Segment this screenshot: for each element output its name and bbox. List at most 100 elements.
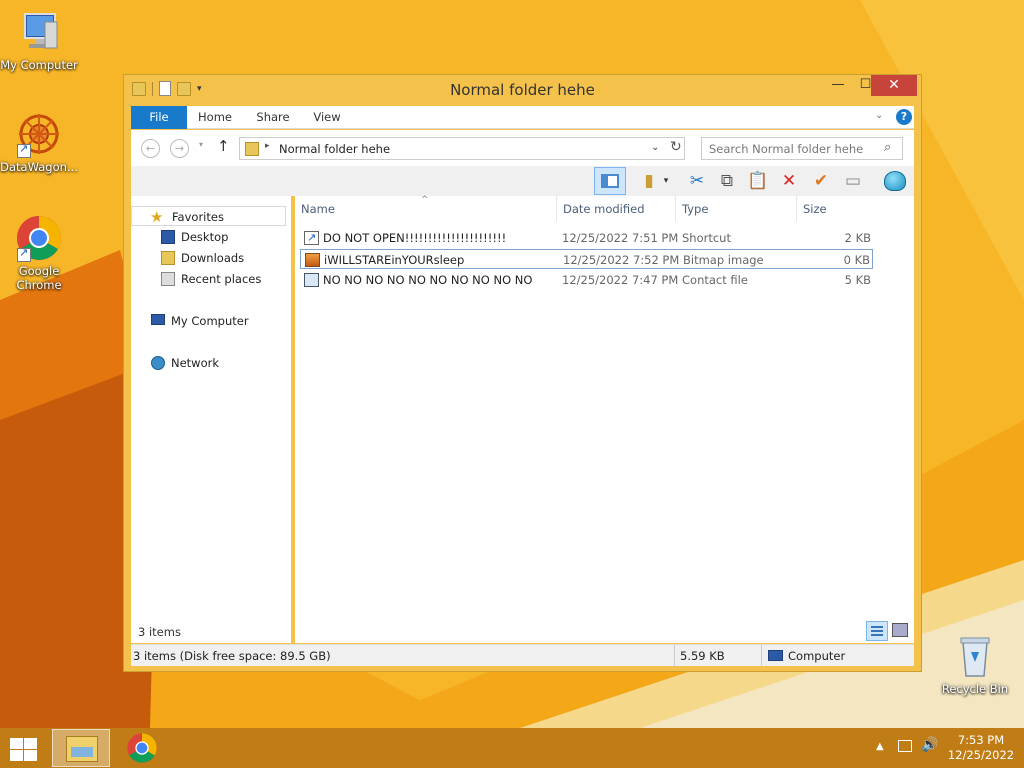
details-view-button[interactable] (866, 621, 888, 641)
taskbar: ▲ 🔊 7:53 PM 12/25/2022 (0, 728, 1024, 768)
item-count: 3 items (138, 625, 181, 639)
show-hidden-icons-button[interactable]: ▲ (876, 741, 884, 752)
breadcrumb-current[interactable]: Normal folder hehe (279, 142, 390, 156)
desktop-icon-label: Google Chrome (16, 264, 62, 292)
properties-box-icon[interactable]: ▭ (840, 168, 866, 194)
computer-icon (15, 8, 63, 56)
file-date: 12/25/2022 7:52 PM (563, 253, 680, 267)
column-header-size[interactable]: Size (796, 196, 873, 222)
column-header-type[interactable]: Type (675, 196, 796, 222)
delete-icon[interactable]: ✕ (776, 168, 802, 194)
nav-downloads-label: Downloads (181, 251, 245, 265)
help-icon[interactable]: ? (896, 109, 912, 125)
nav-recent-places[interactable]: Recent places (131, 269, 286, 289)
address-bar[interactable]: ▸ Normal folder hehe ⌄ ↻ (239, 137, 685, 160)
recent-locations-icon[interactable]: ▾ (199, 140, 203, 149)
large-icons-view-button[interactable] (892, 623, 908, 637)
clock-date: 12/25/2022 (947, 748, 1015, 762)
star-icon: ★ (150, 208, 164, 226)
cut-icon[interactable]: ✂ (684, 168, 710, 194)
nav-desktop[interactable]: Desktop (131, 227, 286, 247)
downloads-folder-icon (161, 251, 175, 265)
file-name: DO NOT OPEN!!!!!!!!!!!!!!!!!!!!!! (323, 231, 507, 245)
volume-icon[interactable]: 🔊 (921, 737, 938, 753)
desktop-icon-label: My Computer (0, 58, 78, 72)
network-tray-icon[interactable] (898, 740, 912, 752)
explorer-window: ▾ Normal folder hehe — ☐ ✕ File Home Sha… (123, 74, 922, 672)
windows-logo-pane (10, 738, 23, 749)
expand-ribbon-icon[interactable]: ⌄ (875, 110, 883, 121)
address-dropdown-icon[interactable]: ⌄ (651, 142, 659, 153)
navigation-pane: ★ Favorites Desktop Downloads Recent pla… (131, 196, 291, 643)
column-header-name[interactable]: Name ^ (295, 195, 556, 222)
up-button[interactable]: ↑ (217, 137, 230, 155)
nav-network[interactable]: Network (131, 353, 286, 373)
minimize-button[interactable]: — (824, 75, 852, 96)
title-bar[interactable]: ▾ Normal folder hehe — ☐ ✕ (124, 75, 921, 105)
tab-file[interactable]: File (131, 106, 187, 129)
shell-globe-icon[interactable] (881, 168, 907, 194)
tab-home[interactable]: Home (189, 106, 241, 129)
search-icon[interactable]: ⌕ (884, 140, 891, 155)
status-divider (761, 645, 762, 667)
chrome-icon (127, 733, 157, 763)
clock[interactable]: 7:53 PM 12/25/2022 (945, 733, 1017, 763)
datawagon-icon (15, 110, 63, 158)
refresh-icon[interactable]: ↻ (670, 139, 682, 155)
windows-logo-pane (24, 750, 37, 761)
chrome-icon (15, 214, 63, 262)
status-zone: Computer (788, 649, 846, 663)
recent-places-icon (161, 272, 175, 286)
file-row[interactable]: NO NO NO NO NO NO NO NO NO NO 12/25/2022… (300, 270, 873, 290)
status-divider (674, 645, 675, 667)
tab-share[interactable]: Share (251, 106, 295, 129)
bitmap-icon (305, 253, 320, 267)
recycle-bin-icon (951, 632, 999, 680)
nav-my-computer[interactable]: My Computer (131, 311, 286, 331)
checkmark-icon[interactable]: ✔ (808, 168, 834, 194)
taskbar-file-explorer[interactable] (52, 729, 110, 767)
shortcut-arrow-icon (17, 142, 31, 158)
window-title: Normal folder hehe (450, 81, 595, 99)
layout-button[interactable] (594, 167, 626, 195)
clock-time: 7:53 PM (957, 733, 1005, 747)
desktop-icon-google-chrome[interactable]: Google Chrome (0, 214, 78, 292)
folder-options-dropdown-icon[interactable]: ▾ (659, 168, 673, 194)
column-header-label: Name (301, 202, 335, 216)
close-button[interactable]: ✕ (871, 75, 917, 96)
folder-icon (245, 142, 259, 156)
forward-button[interactable]: → (170, 139, 189, 158)
file-type: Bitmap image (683, 253, 764, 267)
file-size: 0 KB (843, 253, 870, 267)
desktop-icon-datawagon[interactable]: DataWagon... (0, 110, 78, 174)
desktop-icon-label: DataWagon... (0, 160, 78, 174)
nav-favorites[interactable]: ★ Favorites (131, 206, 286, 226)
taskbar-chrome[interactable] (126, 732, 158, 764)
start-button[interactable] (8, 736, 38, 761)
file-row[interactable]: DO NOT OPEN!!!!!!!!!!!!!!!!!!!!!! 12/25/… (300, 228, 873, 248)
file-row-selected[interactable]: iWILLSTAREinYOURsleep 12/25/2022 7:52 PM… (300, 249, 873, 269)
desktop-icon (161, 230, 175, 244)
file-type: Contact file (682, 273, 748, 287)
status-text: 3 items (Disk free space: 89.5 GB) (133, 649, 331, 663)
navigation-bar: ← → ▾ ↑ ▸ Normal folder hehe ⌄ ↻ Search … (131, 130, 914, 166)
shortcut-icon (304, 228, 319, 248)
ribbon-tabs: File Home Share View ⌄ ? (131, 106, 914, 129)
tab-view[interactable]: View (307, 106, 347, 129)
back-button[interactable]: ← (141, 139, 160, 158)
search-input[interactable]: Search Normal folder hehe ⌕ (701, 137, 903, 160)
search-placeholder: Search Normal folder hehe (709, 142, 864, 156)
nav-downloads[interactable]: Downloads (131, 248, 286, 268)
desktop-icon-my-computer[interactable]: My Computer (0, 8, 78, 72)
windows-logo-pane (24, 738, 37, 749)
desktop-icon-recycle-bin[interactable]: Recycle Bin (936, 632, 1014, 696)
nav-my-computer-label: My Computer (171, 314, 249, 328)
nav-desktop-label: Desktop (181, 230, 229, 244)
nav-favorites-label: Favorites (172, 210, 224, 224)
windows-logo-pane (10, 750, 23, 761)
paste-icon[interactable]: 📋 (745, 168, 771, 194)
column-header-date[interactable]: Date modified (556, 196, 675, 222)
copy-icon[interactable]: ⧉ (714, 168, 740, 194)
computer-icon (151, 314, 165, 325)
breadcrumb-chevron-icon[interactable]: ▸ (265, 141, 270, 151)
